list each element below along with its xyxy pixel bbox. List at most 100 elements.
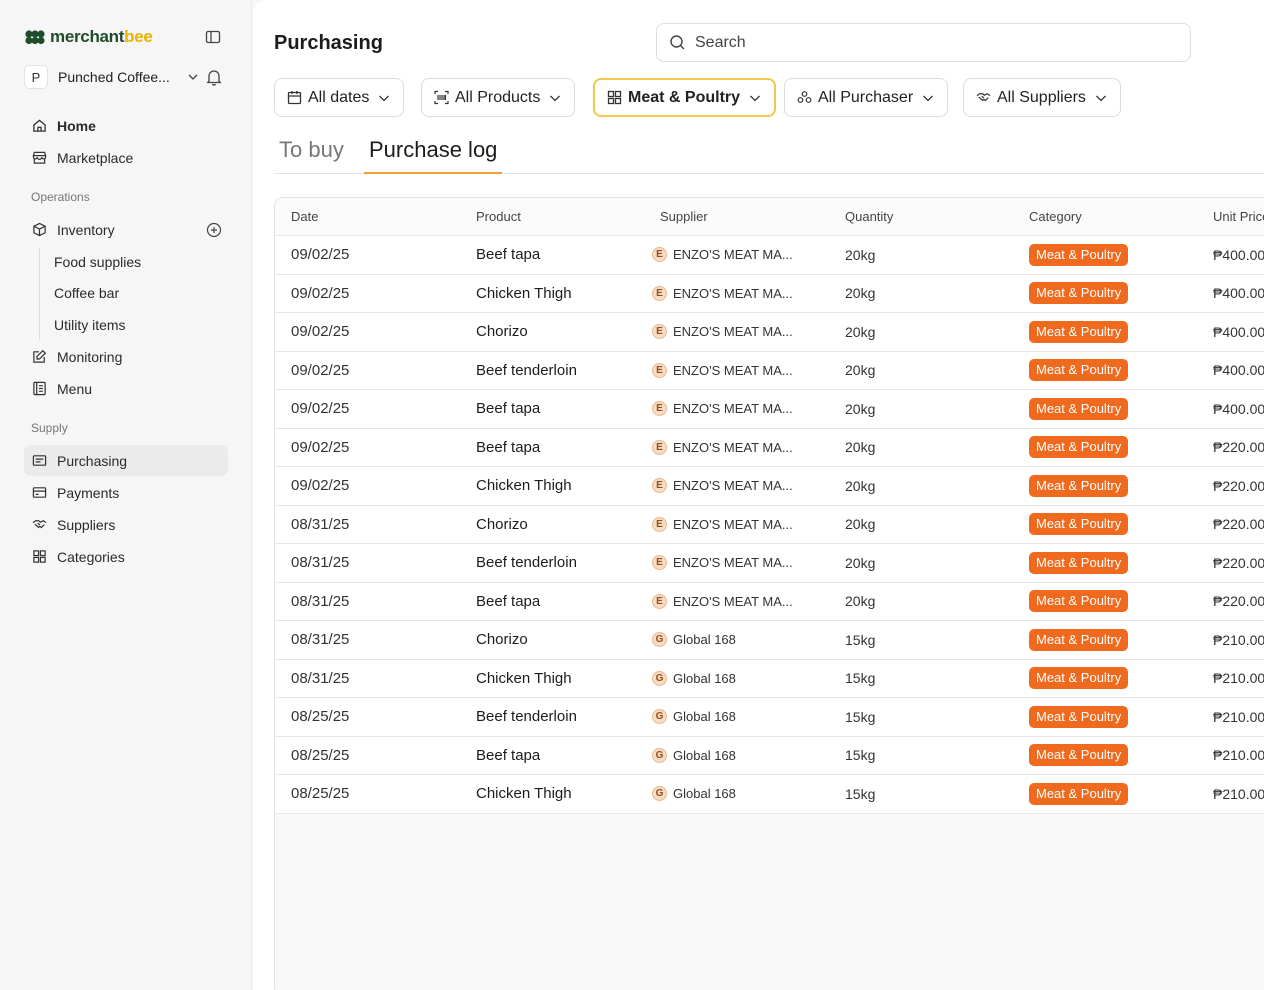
table-row[interactable]: 09/02/25 Chicken Thigh E ENZO'S MEAT MA... 2… xyxy=(275,274,1264,313)
category-badge: Meat & Poultry xyxy=(1029,243,1129,266)
table-row[interactable]: 08/25/25 Beef tenderloin G Global 168 15kg Me… xyxy=(275,698,1264,737)
store-name: Punched Coffee... xyxy=(58,69,170,85)
submenu-guide-line xyxy=(39,248,40,340)
cell-date: 08/31/25 xyxy=(291,554,350,572)
table-row[interactable]: 08/25/25 Beef tapa G Global 168 15kg Meat & P… xyxy=(275,736,1264,775)
cell-supplier: E ENZO'S MEAT MA... xyxy=(652,390,793,428)
sidebar-item-payments[interactable]: Payments xyxy=(24,477,228,508)
cell-product: Chorizo xyxy=(476,323,528,341)
filter-purchaser[interactable]: All Purchaser xyxy=(784,78,949,117)
column-header-product[interactable]: Product xyxy=(476,198,521,235)
add-circle-icon[interactable] xyxy=(206,222,222,238)
sidebar-subitem-coffee-bar[interactable]: Coffee bar xyxy=(54,283,119,303)
cell-category: Meat & Poultry xyxy=(1029,544,1129,582)
sidebar-item-monitoring[interactable]: Monitoring xyxy=(24,341,228,372)
supplier-name: Global 168 xyxy=(673,632,736,648)
cell-date: 09/02/25 xyxy=(291,361,350,379)
supplier-name: ENZO'S MEAT MA... xyxy=(673,478,793,494)
supplier-avatar: E xyxy=(652,401,667,417)
column-header-date[interactable]: Date xyxy=(291,198,318,235)
sidebar-item-categories[interactable]: Categories xyxy=(24,541,228,572)
filter-products[interactable]: All Products xyxy=(421,78,576,117)
cell-supplier: E ENZO'S MEAT MA... xyxy=(652,506,793,544)
search-icon xyxy=(670,35,685,50)
search-input[interactable] xyxy=(695,33,1155,52)
table-row[interactable]: 09/02/25 Beef tapa E ENZO'S MEAT MA... 20kg M… xyxy=(275,236,1264,275)
table-row[interactable]: 08/31/25 Beef tapa E ENZO'S MEAT MA... 20kg M… xyxy=(275,582,1264,621)
cell-date: 08/25/25 xyxy=(291,746,350,764)
cell-date: 09/02/25 xyxy=(291,400,350,418)
category-badge: Meat & Poultry xyxy=(1029,551,1129,574)
cell-category: Meat & Poultry xyxy=(1029,660,1129,698)
table-row[interactable]: 08/25/25 Chicken Thigh G Global 168 15kg Meat… xyxy=(275,775,1264,814)
brand-logo[interactable]: merchant bee xyxy=(24,26,153,48)
column-header-supplier[interactable]: Supplier xyxy=(660,198,708,235)
cell-supplier: E ENZO'S MEAT MA... xyxy=(652,583,793,621)
column-header-unit-price[interactable]: Unit Price xyxy=(1213,198,1264,235)
cell-unit-price: ₱400.00 xyxy=(1213,362,1264,379)
cell-product: Chorizo xyxy=(476,631,528,649)
cell-supplier: E ENZO'S MEAT MA... xyxy=(652,544,793,582)
table-row[interactable]: 09/02/25 Beef tapa E ENZO'S MEAT MA... 20kg M… xyxy=(275,390,1264,429)
column-header-category[interactable]: Category xyxy=(1029,198,1082,235)
filter-category-label: Meat & Poultry xyxy=(628,88,741,106)
supplier-avatar: G xyxy=(652,786,667,802)
sidebar-item-label: Categories xyxy=(57,548,125,565)
bell-icon[interactable] xyxy=(206,68,222,86)
cell-supplier: G Global 168 xyxy=(652,775,736,813)
table-row[interactable]: 09/02/25 Chicken Thigh E ENZO'S MEAT MA... 2… xyxy=(275,467,1264,506)
search-box[interactable] xyxy=(656,23,1191,62)
supplier-name: ENZO'S MEAT MA... xyxy=(673,401,793,417)
table-row[interactable]: 09/02/25 Beef tenderloin E ENZO'S MEAT MA..… xyxy=(275,351,1264,390)
supplier-name: Global 168 xyxy=(673,709,736,725)
supplier-avatar: E xyxy=(652,362,667,378)
sidebar-item-suppliers[interactable]: Suppliers xyxy=(24,509,228,540)
supplier-name: Global 168 xyxy=(673,747,736,763)
cell-quantity: 20kg xyxy=(845,246,876,263)
section-label-operations: Operations xyxy=(31,190,90,204)
cell-date: 09/02/25 xyxy=(291,477,350,495)
cell-quantity: 15kg xyxy=(845,670,876,687)
cell-unit-price: ₱210.00 xyxy=(1213,708,1264,725)
chevron-down-icon xyxy=(550,95,561,101)
sidebar-item-home[interactable]: Home xyxy=(24,110,228,141)
category-badge: Meat & Poultry xyxy=(1029,628,1129,651)
cell-unit-price: ₱210.00 xyxy=(1213,670,1264,687)
table-row[interactable]: 09/02/25 Chorizo E ENZO'S MEAT MA... 20kg Mea… xyxy=(275,313,1264,352)
sidebar-toggle-icon[interactable] xyxy=(205,29,221,45)
cell-unit-price: ₱400.00 xyxy=(1213,246,1264,263)
sidebar-item-purchasing[interactable]: Purchasing xyxy=(24,445,228,476)
cell-date: 08/25/25 xyxy=(291,708,350,726)
cell-date: 08/31/25 xyxy=(291,631,350,649)
supplier-name: ENZO'S MEAT MA... xyxy=(673,285,793,301)
table-row[interactable]: 08/31/25 Chicken Thigh G Global 168 15kg Meat… xyxy=(275,659,1264,698)
table-row[interactable]: 08/31/25 Chorizo E ENZO'S MEAT MA... 20kg Mea… xyxy=(275,505,1264,544)
cell-category: Meat & Poultry xyxy=(1029,429,1129,467)
cell-category: Meat & Poultry xyxy=(1029,621,1129,659)
sidebar-item-menu[interactable]: Menu xyxy=(24,373,228,404)
supplier-name: ENZO'S MEAT MA... xyxy=(673,247,793,263)
sidebar-item-marketplace[interactable]: Marketplace xyxy=(24,142,228,173)
tab-to-buy[interactable]: To buy xyxy=(279,136,344,174)
filter-suppliers[interactable]: All Suppliers xyxy=(963,78,1121,117)
cell-date: 08/31/25 xyxy=(291,669,350,687)
menu-book-icon xyxy=(33,381,46,396)
grid-icon xyxy=(33,550,46,563)
sidebar-item-label: Suppliers xyxy=(57,516,116,533)
filter-category[interactable]: Meat & Poultry xyxy=(593,78,777,117)
table-row[interactable]: 08/31/25 Chorizo G Global 168 15kg Meat & Pou… xyxy=(275,621,1264,660)
cell-category: Meat & Poultry xyxy=(1029,506,1129,544)
filter-dates[interactable]: All dates xyxy=(274,78,405,117)
sidebar-item-inventory[interactable]: Inventory xyxy=(24,214,228,245)
store-switcher[interactable]: P Punched Coffee... xyxy=(24,64,200,90)
tab-purchase-log[interactable]: Purchase log xyxy=(364,136,503,174)
cell-supplier: E ENZO'S MEAT MA... xyxy=(652,352,793,390)
cell-unit-price: ₱400.00 xyxy=(1213,323,1264,340)
handshake-icon xyxy=(976,93,991,102)
sidebar-subitem-utility-items[interactable]: Utility items xyxy=(54,315,126,335)
table-row[interactable]: 09/02/25 Beef tapa E ENZO'S MEAT MA... 20kg M… xyxy=(275,428,1264,467)
cell-date: 09/02/25 xyxy=(291,438,350,456)
table-row[interactable]: 08/31/25 Beef tenderloin E ENZO'S MEAT MA..… xyxy=(275,544,1264,583)
column-header-quantity[interactable]: Quantity xyxy=(845,198,893,235)
sidebar-subitem-food-supplies[interactable]: Food supplies xyxy=(54,252,141,272)
